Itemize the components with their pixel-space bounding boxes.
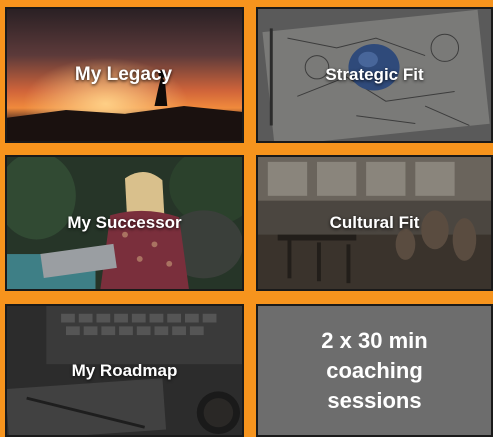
tile-label: Strategic Fit	[325, 65, 424, 84]
tile-cultural-fit[interactable]: Cultural Fit	[256, 155, 493, 291]
tile-my-successor[interactable]: My Successor	[5, 155, 244, 291]
tile-label: My Roadmap	[71, 360, 178, 380]
tile-my-legacy[interactable]: My Legacy	[5, 7, 244, 143]
tile-label: 2 x 30 min coaching sessions	[321, 327, 428, 413]
tile-my-roadmap[interactable]: My Roadmap	[5, 304, 244, 437]
tile-label: My Legacy	[74, 64, 173, 85]
tile-strategic-fit[interactable]: Strategic Fit	[256, 7, 493, 143]
tile-label: Cultural Fit	[329, 213, 420, 232]
tile-coaching-sessions[interactable]: 2 x 30 min coaching sessions	[256, 304, 493, 437]
tile-label: My Successor	[67, 213, 182, 232]
